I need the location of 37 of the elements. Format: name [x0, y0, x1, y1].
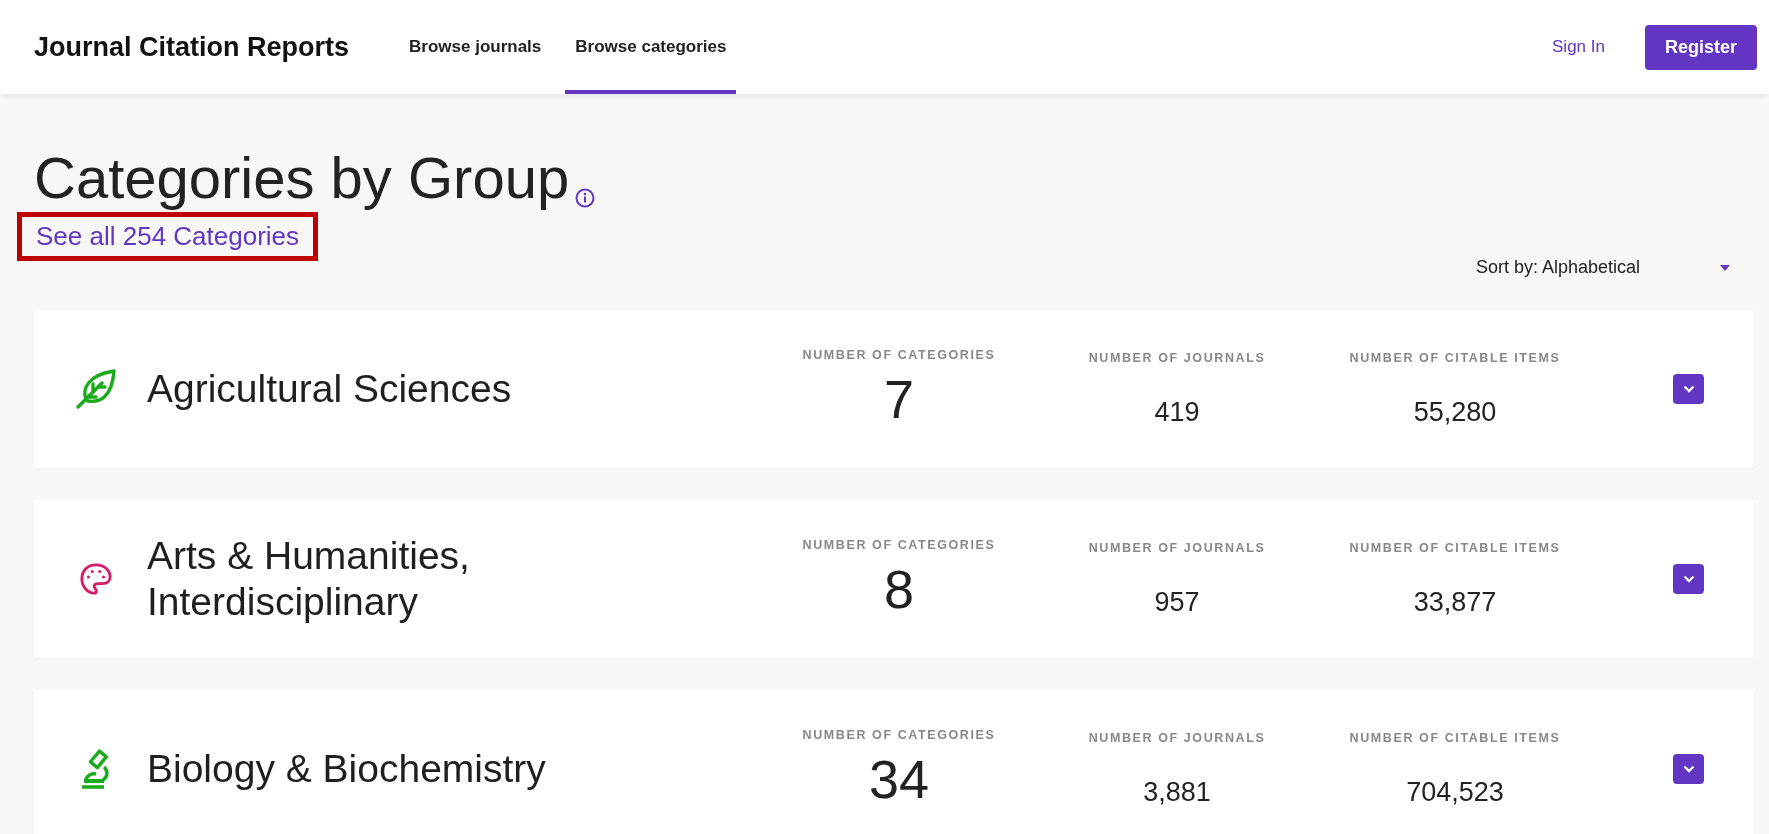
journals-count: 3,881 — [1143, 776, 1211, 808]
stat-label: NUMBER OF CITABLE ITEMS — [1349, 350, 1561, 365]
journals-count: 957 — [1154, 586, 1200, 618]
group-name: Biology & Biochemistry — [147, 746, 547, 792]
categories-count: 34 — [868, 748, 930, 810]
chevron-down-icon — [1682, 575, 1695, 583]
stat-label: NUMBER OF CITABLE ITEMS — [1349, 730, 1561, 745]
citable-items-count: 704,523 — [1406, 776, 1504, 808]
group-name: Agricultural Sciences — [147, 366, 513, 412]
see-all-categories-link[interactable]: See all 254 Categories — [17, 212, 319, 261]
sign-in-link[interactable]: Sign In — [1552, 37, 1605, 57]
register-button[interactable]: Register — [1644, 24, 1757, 70]
expand-button[interactable] — [1673, 754, 1704, 784]
nav-tab[interactable]: Browse journals — [399, 0, 552, 94]
expand-button[interactable] — [1673, 374, 1704, 404]
nav-tab[interactable]: Browse categories — [565, 0, 737, 94]
stat-label: NUMBER OF JOURNALS — [1088, 540, 1266, 555]
stat-label: NUMBER OF CATEGORIES — [802, 538, 996, 552]
page-title: Categories by Group — [34, 146, 570, 210]
sort-dropdown[interactable]: Sort by: Alphabetical — [1475, 253, 1730, 282]
stat-label: NUMBER OF CATEGORIES — [802, 728, 996, 742]
stat-label: NUMBER OF JOURNALS — [1088, 730, 1266, 745]
chevron-down-icon — [1682, 385, 1695, 393]
categories-count: 8 — [883, 558, 914, 620]
stat-label: NUMBER OF CATEGORIES — [802, 348, 996, 362]
info-icon[interactable] — [575, 188, 596, 208]
citable-items-count: 33,877 — [1413, 586, 1497, 618]
journals-count: 419 — [1154, 396, 1200, 428]
caret-icon — [1720, 264, 1730, 271]
citable-items-count: 55,280 — [1413, 396, 1497, 428]
categories-count: 7 — [883, 368, 914, 430]
group-name: Arts & Humanities, Interdisciplinary — [147, 533, 471, 625]
expand-button[interactable] — [1673, 564, 1704, 594]
app-title: Journal Citation Reports — [34, 31, 350, 63]
chevron-down-icon — [1682, 765, 1695, 773]
stat-label: NUMBER OF JOURNALS — [1088, 350, 1266, 365]
stat-label: NUMBER OF CITABLE ITEMS — [1349, 540, 1561, 555]
